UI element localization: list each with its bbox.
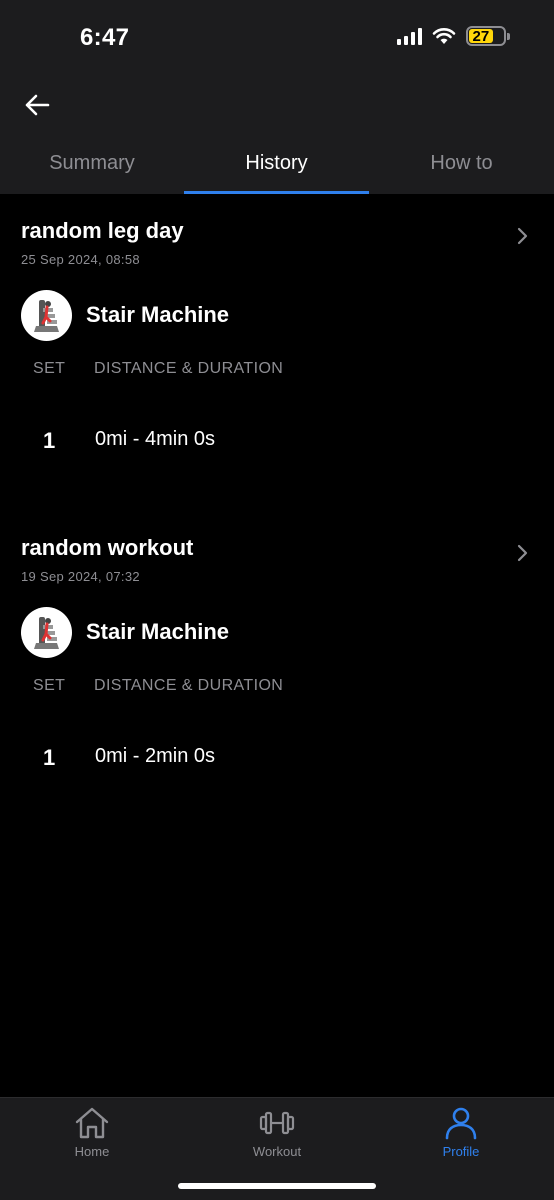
home-icon xyxy=(75,1107,109,1139)
set-number: 1 xyxy=(43,428,56,453)
set-table-header: SET DISTANCE & DURATION xyxy=(0,677,554,717)
history-entry-header[interactable]: random leg day 25 Sep 2024, 08:58 xyxy=(0,218,554,278)
workout-title: random workout xyxy=(21,535,194,560)
nav-workout-label: Workout xyxy=(252,1144,302,1159)
set-value: 0mi - 2min 0s xyxy=(95,745,216,767)
status-time: 6:47 xyxy=(80,24,130,51)
tab-history[interactable]: History xyxy=(184,140,369,194)
exercise-row[interactable]: Stair Machine xyxy=(0,607,554,677)
column-set: SET xyxy=(33,360,66,377)
arrow-left-icon xyxy=(25,94,50,116)
chevron-right-icon xyxy=(517,544,528,562)
nav-workout[interactable]: Workout xyxy=(222,1106,332,1159)
nav-profile[interactable]: Profile xyxy=(406,1106,516,1159)
tab-how-to[interactable]: How to xyxy=(369,140,554,194)
stair-machine-icon xyxy=(21,607,72,658)
column-distance-duration: DISTANCE & DURATION xyxy=(94,360,284,377)
cellular-signal-icon xyxy=(397,27,422,45)
nav-profile-label: Profile xyxy=(442,1144,480,1159)
nav-home-label: Home xyxy=(74,1144,110,1159)
person-icon xyxy=(445,1107,477,1140)
column-set: SET xyxy=(33,677,66,694)
workout-date: 19 Sep 2024, 07:32 xyxy=(21,569,140,584)
back-button[interactable] xyxy=(20,88,54,122)
set-value: 0mi - 4min 0s xyxy=(95,428,216,450)
set-number: 1 xyxy=(43,745,56,770)
chevron-right-icon xyxy=(517,227,528,245)
nav-home[interactable]: Home xyxy=(37,1106,147,1159)
exercise-row[interactable]: Stair Machine xyxy=(0,290,554,360)
workout-title: random leg day xyxy=(21,218,184,243)
home-indicator xyxy=(178,1183,376,1189)
status-icons: 27 xyxy=(397,26,510,46)
exercise-name: Stair Machine xyxy=(86,619,230,644)
screen: 6:47 27 Summary History How to random le… xyxy=(0,0,554,1200)
history-entry: random workout 19 Sep 2024, 07:32 Stair … xyxy=(0,535,554,789)
exercise-name: Stair Machine xyxy=(86,302,230,327)
tab-bar: Summary History How to xyxy=(0,140,554,194)
workout-date: 25 Sep 2024, 08:58 xyxy=(21,252,140,267)
stair-machine-icon xyxy=(21,290,72,341)
set-table-header: SET DISTANCE & DURATION xyxy=(0,360,554,400)
set-row: 1 0mi - 4min 0s xyxy=(0,412,554,472)
battery-icon: 27 xyxy=(466,26,510,46)
battery-level: 27 xyxy=(469,28,493,45)
set-row: 1 0mi - 2min 0s xyxy=(0,729,554,789)
wifi-icon xyxy=(432,28,456,44)
column-distance-duration: DISTANCE & DURATION xyxy=(94,677,284,694)
history-entry-header[interactable]: random workout 19 Sep 2024, 07:32 xyxy=(0,535,554,595)
dumbbell-icon xyxy=(259,1111,295,1135)
tab-summary[interactable]: Summary xyxy=(0,140,184,194)
top-header: 6:47 27 Summary History How to xyxy=(0,0,554,194)
history-entry: random leg day 25 Sep 2024, 08:58 Stair … xyxy=(0,218,554,472)
